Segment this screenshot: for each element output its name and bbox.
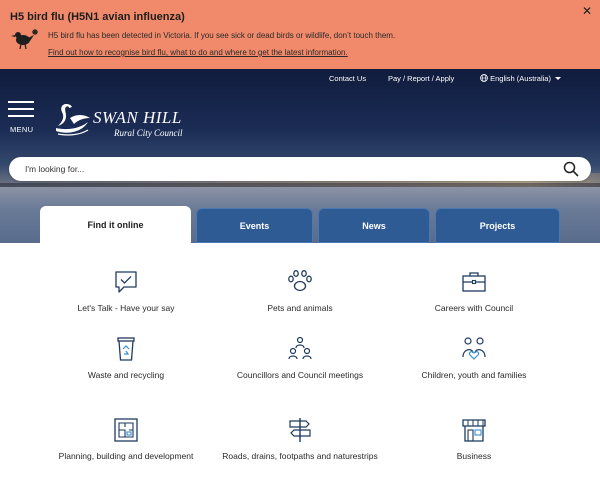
globe-icon <box>480 74 488 82</box>
swan-logo-icon <box>56 104 90 136</box>
language-label: English (Australia) <box>490 74 551 83</box>
blueprint-icon <box>114 418 138 442</box>
service-label: Children, youth and families <box>421 370 527 380</box>
logo-title: SWAN HILL <box>93 108 182 127</box>
chat-check-icon <box>115 271 137 293</box>
service-business[interactable]: Business <box>384 416 564 463</box>
shopfront-icon <box>462 419 486 442</box>
alert-title: H5 bird flu (H5N1 avian influenza) <box>10 11 185 23</box>
signpost-icon <box>289 418 311 442</box>
service-waste[interactable]: Waste and recycling <box>36 335 216 382</box>
close-icon[interactable]: ✕ <box>582 4 592 18</box>
service-label: Careers with Council <box>434 303 514 313</box>
service-label: Let's Talk - Have your say <box>77 303 175 313</box>
people-group-icon <box>288 336 312 360</box>
briefcase-icon <box>462 272 486 292</box>
alert-message: H5 bird flu has been detected in Victori… <box>48 31 396 40</box>
tab-find-it-online[interactable]: Find it online <box>40 206 191 243</box>
service-careers[interactable]: Careers with Council <box>384 268 564 315</box>
contact-us-link[interactable]: Contact Us <box>329 74 366 83</box>
recycle-bin-icon <box>117 337 135 361</box>
service-pets[interactable]: Pets and animals <box>210 268 390 315</box>
service-label: Planning, building and development <box>58 451 194 461</box>
menu-label[interactable]: MENU <box>10 125 33 134</box>
search-input[interactable] <box>25 157 545 181</box>
service-label: Business <box>456 451 492 461</box>
search-bar <box>9 157 591 181</box>
alert-info-link[interactable]: Find out how to recognise bird flu, what… <box>48 48 348 57</box>
service-label: Pets and animals <box>267 303 333 313</box>
service-lets-talk[interactable]: Let's Talk - Have your say <box>36 268 216 315</box>
service-roads[interactable]: Roads, drains, footpaths and naturestrip… <box>210 416 390 463</box>
service-children-families[interactable]: Children, youth and families <box>384 335 564 382</box>
service-label: Councillors and Council meetings <box>236 370 364 380</box>
bird-icon <box>11 29 38 50</box>
service-label: Roads, drains, footpaths and naturestrip… <box>222 451 378 461</box>
pay-report-apply-link[interactable]: Pay / Report / Apply <box>388 74 454 83</box>
family-icon <box>462 337 486 360</box>
council-logo[interactable]: SWAN HILL Rural City Council <box>52 100 202 142</box>
tab-news[interactable]: News <box>318 208 430 243</box>
service-councillors[interactable]: Councillors and Council meetings <box>210 335 390 382</box>
service-label: Waste and recycling <box>87 370 165 380</box>
tab-events[interactable]: Events <box>196 208 313 243</box>
chevron-down-icon <box>554 77 561 80</box>
language-selector[interactable]: English (Australia) <box>480 74 561 83</box>
tab-projects[interactable]: Projects <box>435 208 560 243</box>
logo-subtitle: Rural City Council <box>114 128 183 138</box>
bird-flu-alert: H5 bird flu (H5N1 avian influenza) ✕ H5 … <box>0 0 600 69</box>
paw-icon <box>288 270 312 292</box>
search-icon[interactable] <box>563 161 579 177</box>
service-planning[interactable]: Planning, building and development <box>36 416 216 463</box>
